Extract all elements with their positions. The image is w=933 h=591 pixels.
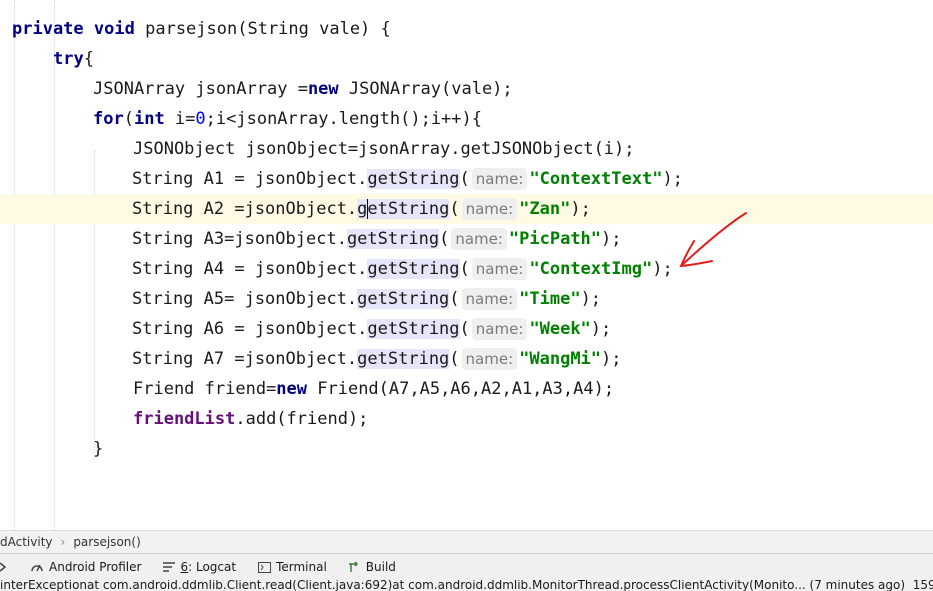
code-line-method-signature[interactable]: private void parsejson(String vale) { <box>12 14 933 44</box>
code-line-a7[interactable]: String A7 =jsonObject.getString(name: "Wa… <box>0 344 933 374</box>
tool-partial-icon <box>0 562 7 572</box>
code-line-friendlist-add[interactable]: friendList.add(friend); <box>133 404 933 434</box>
getstring-call: getString <box>367 169 460 189</box>
tool-android-profiler[interactable]: Android Profiler <box>30 560 141 574</box>
parameter-hint: name: <box>471 168 528 190</box>
breadcrumb: dActivity › parsejson() <box>0 530 933 554</box>
breadcrumb-separator-icon: › <box>60 535 66 549</box>
gauge-icon <box>31 564 43 572</box>
code-line-jsonarray[interactable]: JSONArray jsonArray =new JSONArray(vale)… <box>93 74 933 104</box>
code-line-a5[interactable]: String A5= jsonObject.getString(name: "Ti… <box>0 284 933 314</box>
code-line-close-brace[interactable]: } <box>93 434 933 464</box>
code-line-a1[interactable]: String A1 = jsonObject.getString(name: "C… <box>0 164 933 194</box>
terminal-icon <box>258 561 272 573</box>
breadcrumb-class[interactable]: dActivity <box>0 535 53 549</box>
tool-window-bar: Android Profiler 6: Logcat Terminal Buil… <box>0 554 933 580</box>
code-line-a2-current[interactable]: String A2 =jsonObject.getString(name: "Za… <box>0 194 933 224</box>
code-line-a4[interactable]: String A4 = jsonObject.getString(name: "C… <box>0 254 933 284</box>
tool-partial[interactable] <box>0 561 8 573</box>
code-line-try[interactable]: try{ <box>53 44 933 74</box>
tool-terminal-label: Terminal <box>276 560 327 574</box>
code-line-a3[interactable]: String A3=jsonObject.getString(name: "Pic… <box>0 224 933 254</box>
parameter-hint: name: <box>461 198 518 220</box>
getstring-call: getString <box>357 349 450 369</box>
parameter-hint: name: <box>461 348 518 370</box>
code-line-jsonobject[interactable]: JSONObject jsonObject=jsonArray.getJSONO… <box>133 134 933 164</box>
parameter-hint: name: <box>471 318 528 340</box>
red-annotation-arrow-icon <box>679 212 747 268</box>
tool-terminal[interactable]: Terminal <box>258 560 327 574</box>
breadcrumb-method[interactable]: parsejson() <box>73 535 140 549</box>
code-line-for[interactable]: for(int i=0;i<jsonArray.length();i++){ <box>93 104 933 134</box>
status-bar: interExceptionat com.android.ddmlib.Clie… <box>0 580 933 591</box>
list-lines-icon <box>163 562 176 572</box>
parameter-hint: name: <box>451 228 507 250</box>
getstring-call: getString <box>367 259 460 279</box>
build-hammer-icon <box>348 561 358 572</box>
getstring-call: getString <box>357 199 450 219</box>
tool-logcat[interactable]: 6: Logcat <box>163 560 236 574</box>
parameter-hint: name: <box>461 288 518 310</box>
code-editor[interactable]: private void parsejson(String vale) { tr… <box>0 0 933 530</box>
code-line-new-friend[interactable]: Friend friend=new Friend(A7,A5,A6,A2,A1,… <box>133 374 933 404</box>
tool-build[interactable]: Build <box>348 560 396 574</box>
parameter-hint: name: <box>471 258 528 280</box>
tool-logcat-label: 6: Logcat <box>180 560 237 574</box>
getstring-call: getString <box>346 229 440 249</box>
tool-android-profiler-label: Android Profiler <box>49 560 142 574</box>
tool-build-label: Build <box>365 560 396 574</box>
status-message: interExceptionat com.android.ddmlib.Clie… <box>0 580 933 591</box>
getstring-call: getString <box>367 319 460 339</box>
code-line-a6[interactable]: String A6 = jsonObject.getString(name: "W… <box>0 314 933 344</box>
cursor-position[interactable]: 159:40 <box>913 580 933 591</box>
getstring-call: getString <box>357 289 450 309</box>
